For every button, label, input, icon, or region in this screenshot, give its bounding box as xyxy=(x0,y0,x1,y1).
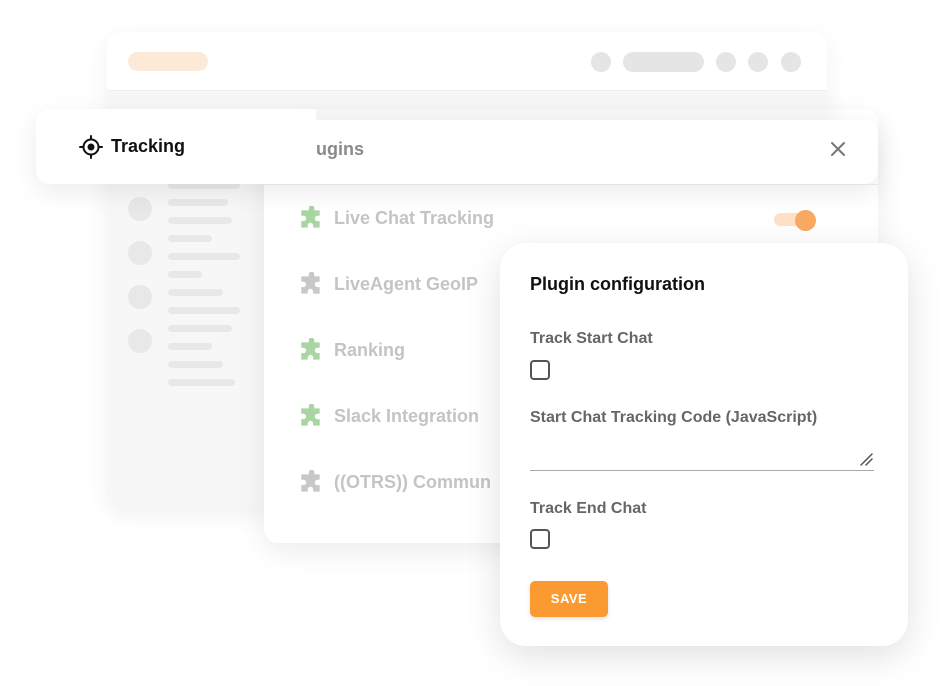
start-code-label: Start Chat Tracking Code (JavaScript) xyxy=(530,409,818,426)
start-code-textarea[interactable] xyxy=(530,470,874,471)
toolbar-dot xyxy=(591,52,611,72)
toolbar-dot xyxy=(781,52,801,72)
address-pill xyxy=(128,52,208,71)
track-end-checkbox[interactable] xyxy=(530,529,550,549)
plugin-name: Slack Integration xyxy=(334,406,480,426)
plugin-name: LiveAgent GeoIP xyxy=(334,274,479,294)
track-end-label: Track End Chat xyxy=(530,500,647,517)
page-title: Tracking xyxy=(111,136,186,156)
track-start-label: Track Start Chat xyxy=(530,330,653,347)
toolbar-dot xyxy=(716,52,736,72)
crosshair-icon xyxy=(79,135,103,159)
save-button[interactable]: SAVE xyxy=(530,581,608,617)
placeholder-line xyxy=(168,217,232,224)
puzzle-icon xyxy=(301,470,320,492)
placeholder-line xyxy=(168,271,202,278)
toolbar-dot xyxy=(748,52,768,72)
plugin-name: Live Chat Tracking xyxy=(334,208,495,228)
config-title: Plugin configuration xyxy=(530,274,705,294)
placeholder-avatar xyxy=(128,241,152,265)
resize-handle-icon[interactable] xyxy=(859,452,873,466)
plugin-name: Ranking xyxy=(334,340,406,360)
puzzle-icon xyxy=(301,338,320,360)
placeholder-line xyxy=(168,325,232,332)
puzzle-icon xyxy=(301,404,320,426)
placeholder-line xyxy=(168,307,240,314)
close-icon xyxy=(831,142,845,156)
placeholder-avatar xyxy=(128,285,152,309)
toggle-knob xyxy=(795,210,816,231)
tracking-header: Tracking xyxy=(36,109,316,184)
divider xyxy=(264,184,878,185)
placeholder-line xyxy=(168,289,223,296)
placeholder-line xyxy=(168,379,235,386)
window-topbar xyxy=(107,32,827,91)
toolbar-pill xyxy=(623,52,704,72)
puzzle-icon xyxy=(301,206,320,228)
puzzle-icon xyxy=(301,272,320,294)
placeholder-avatar xyxy=(128,197,152,221)
plugin-config-card: Plugin configuration Track Start Chat St… xyxy=(500,243,908,646)
placeholder-line xyxy=(168,253,240,260)
placeholder-line xyxy=(168,235,212,242)
plugin-name: ((OTRS)) Commun xyxy=(334,472,491,492)
placeholder-line xyxy=(168,343,212,350)
plugin-enabled-toggle[interactable] xyxy=(774,210,816,231)
track-start-checkbox[interactable] xyxy=(530,360,550,380)
placeholder-avatar xyxy=(128,329,152,353)
placeholder-line xyxy=(168,199,228,206)
placeholder-line xyxy=(168,361,223,368)
close-button[interactable] xyxy=(826,137,850,161)
